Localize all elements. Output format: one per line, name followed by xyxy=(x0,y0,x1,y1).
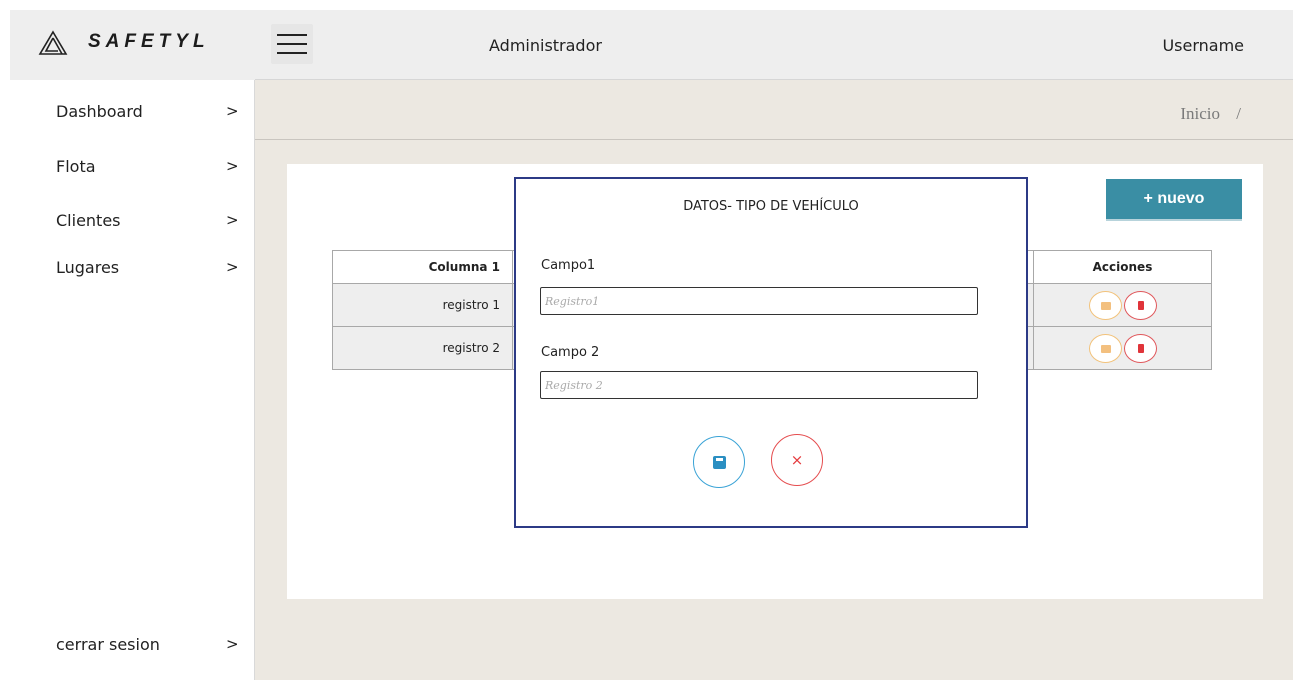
field1-label: Campo1 xyxy=(541,258,596,273)
new-button[interactable]: + nuevo xyxy=(1106,179,1242,221)
breadcrumb-bar: Inicio / xyxy=(255,80,1293,140)
trash-icon[interactable] xyxy=(1123,290,1157,320)
field1-input[interactable] xyxy=(540,287,978,315)
save-icon xyxy=(712,455,726,469)
column-header: Columna 1 xyxy=(332,250,513,284)
top-header: Administrador Username xyxy=(255,10,1293,80)
chevron-right-icon: > xyxy=(226,258,239,276)
edit-icon[interactable] xyxy=(1088,290,1122,320)
close-icon: × xyxy=(790,451,804,469)
logo-icon xyxy=(38,30,68,55)
hamburger-icon[interactable] xyxy=(271,24,313,64)
sidebar-item-lugares[interactable]: Lugares > xyxy=(10,258,255,288)
hamburger-line xyxy=(277,43,307,45)
chevron-right-icon: > xyxy=(226,635,239,653)
logout-link[interactable]: cerrar sesion > xyxy=(10,635,255,665)
sidebar-item-label: Dashboard xyxy=(56,102,143,121)
save-button[interactable] xyxy=(693,436,745,488)
chevron-right-icon: > xyxy=(226,157,239,175)
sidebar: SAFETYL Dashboard > Flota > Clientes > L… xyxy=(10,10,255,680)
sidebar-item-label: Lugares xyxy=(56,258,120,277)
modal-title: DATOS- TIPO DE VEHÍCULO xyxy=(683,199,859,214)
sidebar-item-label: Flota xyxy=(56,157,96,176)
breadcrumb-separator: / xyxy=(1236,104,1241,123)
username-label[interactable]: Username xyxy=(1162,36,1244,55)
chevron-right-icon: > xyxy=(226,211,239,229)
role-label: Administrador xyxy=(489,36,602,55)
table-cell: registro 2 xyxy=(332,326,513,370)
vehicle-type-modal: DATOS- TIPO DE VEHÍCULO Campo1 Campo 2 × xyxy=(514,177,1028,528)
logo-bar: SAFETYL xyxy=(10,10,255,80)
logo-text: SAFETYL xyxy=(88,31,210,52)
cancel-button[interactable]: × xyxy=(771,434,823,486)
chevron-right-icon: > xyxy=(226,102,239,120)
column-header: Acciones xyxy=(1033,250,1212,284)
field2-label: Campo 2 xyxy=(541,345,600,360)
sidebar-item-clientes[interactable]: Clientes > xyxy=(10,211,255,241)
sidebar-item-flota[interactable]: Flota > xyxy=(10,157,255,187)
edit-icon[interactable] xyxy=(1088,333,1122,363)
breadcrumb: Inicio / xyxy=(1180,104,1241,124)
logout-label: cerrar sesion xyxy=(56,635,160,654)
trash-icon[interactable] xyxy=(1123,333,1157,363)
breadcrumb-item-inicio[interactable]: Inicio xyxy=(1180,104,1220,123)
table-cell: registro 1 xyxy=(332,283,513,327)
actions-cell xyxy=(1033,326,1212,370)
hamburger-line xyxy=(277,52,307,54)
sidebar-item-dashboard[interactable]: Dashboard > xyxy=(10,102,255,132)
field2-input[interactable] xyxy=(540,371,978,399)
actions-cell xyxy=(1033,283,1212,327)
sidebar-item-label: Clientes xyxy=(56,211,121,230)
hamburger-line xyxy=(277,34,307,36)
